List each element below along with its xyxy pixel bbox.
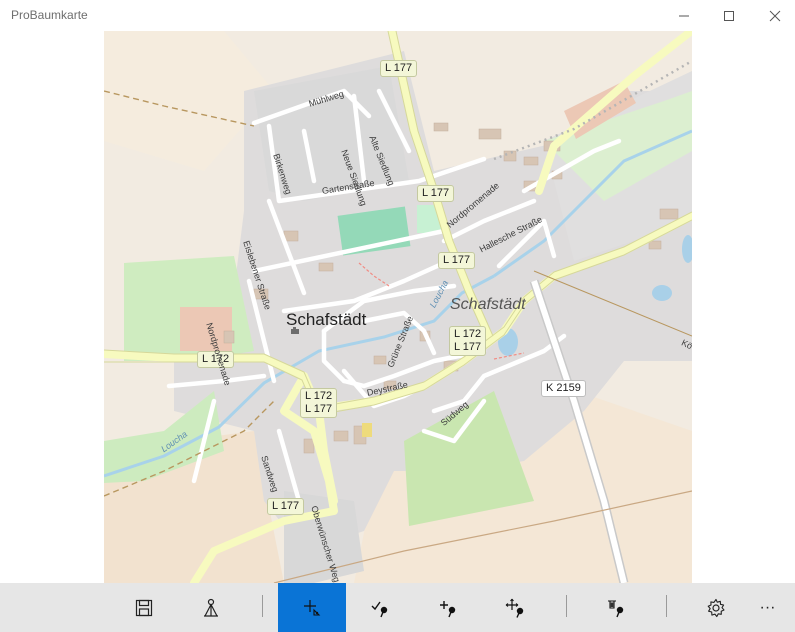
toolbar-separator <box>566 595 567 617</box>
add-tree-button[interactable] <box>414 583 482 632</box>
add-pin-icon <box>440 600 456 617</box>
shield-line-top: L 172 <box>305 390 333 402</box>
maximize-icon <box>724 10 734 21</box>
close-button[interactable] <box>752 0 795 31</box>
pan-crosshair-icon <box>304 599 321 616</box>
delete-pin-icon <box>608 599 624 617</box>
check-tree-button[interactable] <box>346 583 414 632</box>
move-pin-icon <box>505 598 524 618</box>
save-button[interactable] <box>110 583 178 632</box>
save-icon <box>135 599 153 616</box>
toolbar-separator <box>262 595 263 617</box>
bottom-toolbar: ··· <box>0 583 795 632</box>
title-bar: ProBaumkarte <box>0 0 795 31</box>
check-pin-icon <box>371 601 388 617</box>
surveyor-icon <box>204 598 218 617</box>
close-icon <box>769 10 781 21</box>
delete-tree-button[interactable] <box>582 583 650 632</box>
road-shield-l177-mid: L 177 <box>417 185 455 202</box>
church-icon <box>291 327 299 334</box>
road-shield-l177-bottom: L 177 <box>267 498 305 515</box>
pan-mode-button[interactable] <box>278 583 346 632</box>
toolbar-separator <box>666 595 667 617</box>
shield-line-bottom: L 177 <box>305 403 333 415</box>
more-icon: ··· <box>759 598 776 616</box>
more-button[interactable]: ··· <box>740 583 795 632</box>
move-tree-button[interactable] <box>482 583 550 632</box>
map-view[interactable]: Schafstädt Schafstädt Loucha Loucha L 17… <box>104 31 692 583</box>
gear-icon <box>707 598 725 617</box>
survey-button[interactable] <box>177 583 245 632</box>
shield-line-top: L 172 <box>454 328 482 340</box>
minimize-button[interactable] <box>661 0 707 31</box>
road-shield-k2159: K 2159 <box>541 380 586 397</box>
road-shield-l177-top: L 177 <box>380 60 418 77</box>
road-shield-l177-center: L 177 <box>438 252 476 269</box>
maximize-button[interactable] <box>706 0 752 31</box>
app-title: ProBaumkarte <box>11 8 88 22</box>
minimize-icon <box>679 15 689 16</box>
shield-line-bottom: L 177 <box>454 341 482 353</box>
road-shield-l172-l177-south: L 172 L 177 <box>300 388 338 418</box>
place-label-schafstaedt-italic: Schafstädt <box>450 296 526 313</box>
road-shield-l172-l177-east: L 172 L 177 <box>449 326 487 356</box>
map-tiles <box>104 31 692 583</box>
